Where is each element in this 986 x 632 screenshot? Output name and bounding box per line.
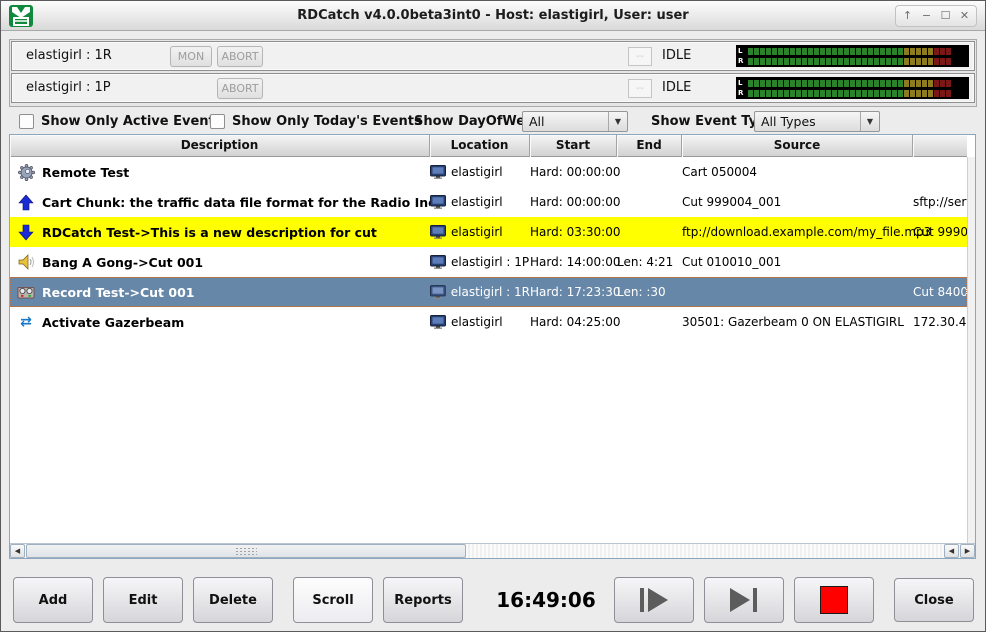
dayofweek-select[interactable]: All ▼ xyxy=(522,111,628,132)
stop-record-button[interactable] xyxy=(794,577,874,623)
dayofweek-value: All xyxy=(523,114,608,129)
col-description[interactable]: Description xyxy=(10,135,430,157)
delete-button[interactable]: Delete xyxy=(193,577,273,623)
scrollbar-track[interactable] xyxy=(466,544,943,558)
monitor-icon xyxy=(430,255,446,269)
reports-button[interactable]: Reports xyxy=(383,577,463,623)
scroll-left-icon[interactable]: ◀ xyxy=(10,544,25,558)
meter-track-right xyxy=(748,90,967,97)
meter-track-right xyxy=(748,58,967,65)
skip-forward-icon xyxy=(727,586,761,614)
table-row[interactable]: Remote Test elastigirl Hard: 00:00:00 Ca… xyxy=(10,157,967,187)
play-icon xyxy=(637,586,671,614)
monitor-icon xyxy=(430,195,446,209)
meter-right-label: R xyxy=(738,57,748,66)
channel-chip-1p[interactable]: -- xyxy=(628,79,652,98)
macro-icon: ⇄ xyxy=(17,313,35,331)
scroll-left-icon[interactable]: ◀ xyxy=(944,544,959,558)
monitor-button[interactable]: MON xyxy=(170,46,212,67)
play-next-button[interactable] xyxy=(704,577,784,623)
play-button[interactable] xyxy=(614,577,694,623)
meter-left-label: L xyxy=(738,79,748,88)
filter-bar: Show Only Active Events Show Only Today'… xyxy=(1,109,985,135)
record-stop-icon xyxy=(820,586,848,614)
col-source[interactable]: Source xyxy=(682,135,913,157)
scrollbar-grip xyxy=(235,547,257,556)
scroll-button[interactable]: Scroll xyxy=(293,577,373,623)
eventtype-select[interactable]: All Types ▼ xyxy=(754,111,880,132)
table-body: Remote Test elastigirl Hard: 00:00:00 Ca… xyxy=(10,157,967,543)
scroll-right-icon[interactable]: ▶ xyxy=(960,544,975,558)
deck-1r-label: elastigirl : 1R xyxy=(26,42,112,70)
col-end[interactable]: End xyxy=(617,135,682,157)
monitor-icon xyxy=(430,225,446,239)
vertical-scrollbar[interactable] xyxy=(967,157,975,543)
window-controls: ↑ − ☐ ✕ xyxy=(895,5,977,27)
col-start[interactable]: Start xyxy=(530,135,617,157)
abort-button-1r[interactable]: ABORT xyxy=(217,46,263,67)
show-today-checkbox[interactable] xyxy=(210,114,225,129)
speaker-icon xyxy=(17,253,35,271)
meter-left-label: L xyxy=(738,47,748,56)
meter-track-left xyxy=(748,80,967,87)
deck-1r-status: IDLE xyxy=(662,42,691,70)
events-table: Description Location Start End Source xyxy=(9,134,976,559)
eventtype-value: All Types xyxy=(755,114,860,129)
table-row-highlighted[interactable]: RDCatch Test->This is a new description … xyxy=(10,217,967,247)
audio-meter-1p: L R xyxy=(736,77,969,99)
abort-button-1p[interactable]: ABORT xyxy=(217,78,263,99)
show-active-checkbox[interactable] xyxy=(19,114,34,129)
close-button[interactable]: Close xyxy=(894,578,974,622)
minimize-button[interactable]: − xyxy=(917,7,936,25)
arrow-down-icon xyxy=(17,223,35,241)
wall-clock: 16:49:06 xyxy=(489,577,603,623)
channel-chip-1r[interactable]: -- xyxy=(628,47,652,66)
deck-1p: elastigirl : 1P ABORT -- IDLE L R xyxy=(11,73,975,103)
maximize-button[interactable]: ☐ xyxy=(936,7,955,25)
table-row-selected[interactable]: Record Test->Cut 001 elastigirl : 1R Har… xyxy=(10,277,967,307)
edit-button[interactable]: Edit xyxy=(103,577,183,623)
deck-panel: elastigirl : 1R MON ABORT -- IDLE L R el… xyxy=(9,39,977,107)
monitor-icon xyxy=(430,315,446,329)
rdcatch-window: RDCatch v4.0.0beta3int0 - Host: elastigi… xyxy=(0,0,986,632)
window-title: RDCatch v4.0.0beta3int0 - Host: elastigi… xyxy=(1,1,985,31)
table-row[interactable]: Bang A Gong->Cut 001 elastigirl : 1P Har… xyxy=(10,247,967,277)
scrollbar-thumb[interactable] xyxy=(26,544,466,558)
shade-button[interactable]: ↑ xyxy=(898,7,917,25)
chevron-down-icon: ▼ xyxy=(860,112,879,131)
audio-meter-1r: L R xyxy=(736,45,969,67)
add-button[interactable]: Add xyxy=(13,577,93,623)
monitor-icon xyxy=(430,285,446,299)
deck-1p-status: IDLE xyxy=(662,74,691,102)
deck-1r: elastigirl : 1R MON ABORT -- IDLE L R xyxy=(11,41,975,71)
horizontal-scrollbar[interactable]: ◀ ◀ ▶ xyxy=(10,543,975,558)
chevron-down-icon: ▼ xyxy=(608,112,627,131)
show-active-label: Show Only Active Events xyxy=(41,109,222,135)
close-window-button[interactable]: ✕ xyxy=(955,7,974,25)
table-header: Description Location Start End Source xyxy=(10,135,967,157)
arrow-up-icon xyxy=(17,193,35,211)
titlebar[interactable]: RDCatch v4.0.0beta3int0 - Host: elastigi… xyxy=(1,1,985,31)
monitor-icon xyxy=(430,165,446,179)
recorder-icon xyxy=(17,283,35,301)
meter-track-left xyxy=(748,48,967,55)
col-extra[interactable] xyxy=(913,135,967,157)
col-location[interactable]: Location xyxy=(430,135,530,157)
gear-icon xyxy=(17,163,35,181)
table-row[interactable]: Cart Chunk: the traffic data file format… xyxy=(10,187,967,217)
meter-right-label: R xyxy=(738,89,748,98)
show-today-label: Show Only Today's Events xyxy=(232,109,422,135)
table-row[interactable]: ⇄ Activate Gazerbeam elastigirl Hard: 04… xyxy=(10,307,967,337)
deck-1p-label: elastigirl : 1P xyxy=(26,74,111,102)
